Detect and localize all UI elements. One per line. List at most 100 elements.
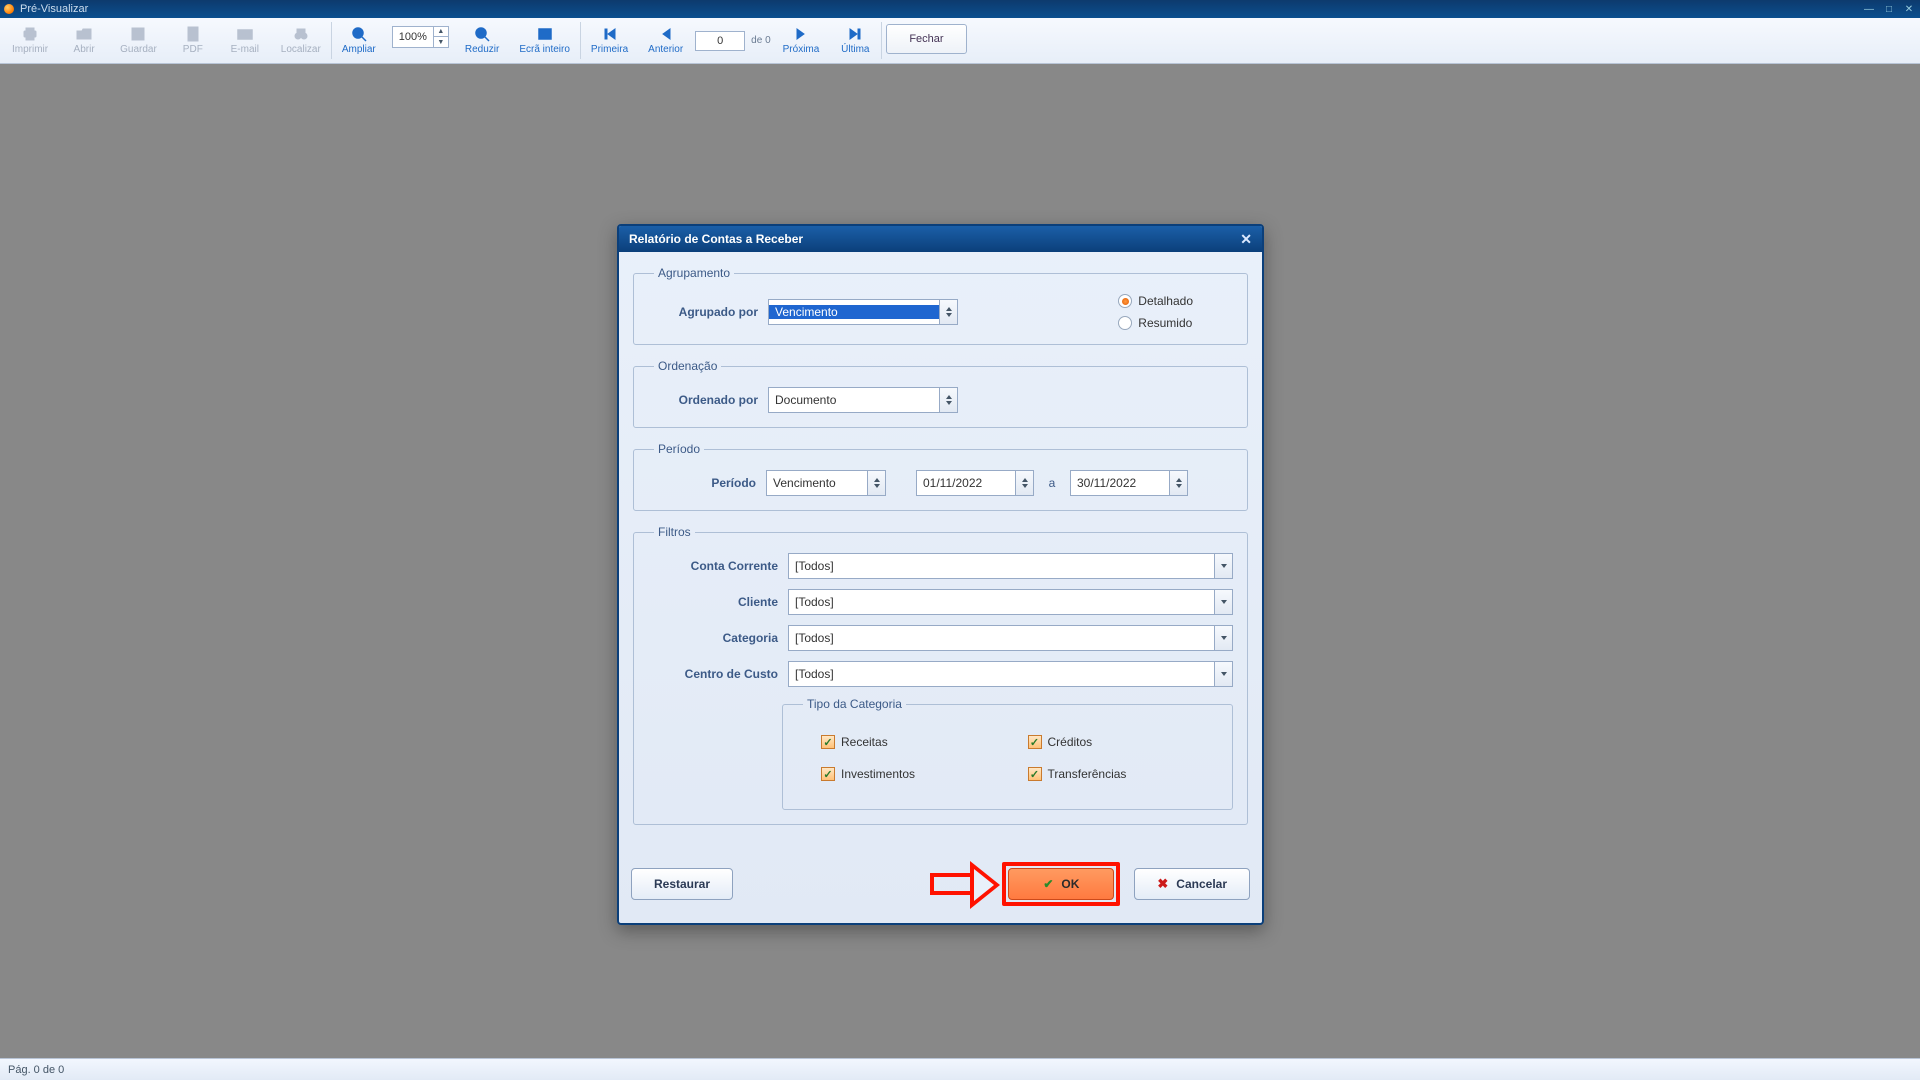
order-by-value: Documento: [769, 393, 939, 407]
label-costcenter: Centro de Custo: [648, 667, 778, 681]
email-icon: [237, 26, 253, 42]
group-tipo-categoria: Tipo da Categoria Receitas Créditos I: [782, 697, 1233, 810]
status-page: Pág. 0 de 0: [8, 1064, 64, 1076]
zoom-combo[interactable]: 100% ▲ ▼: [392, 26, 449, 48]
next-page-label: Próxima: [783, 44, 820, 55]
label-order-by: Ordenado por: [648, 393, 758, 407]
group-by-value: Vencimento: [769, 305, 939, 319]
full-screen-icon: [537, 26, 553, 42]
cancel-icon: ✖: [1157, 876, 1168, 892]
check-receitas[interactable]: Receitas: [821, 735, 988, 749]
check-creditos[interactable]: Créditos: [1028, 735, 1195, 749]
label-client: Cliente: [648, 595, 778, 609]
date-from-input[interactable]: 01/11/2022: [916, 470, 1034, 496]
zoom-in-button[interactable]: Ampliar: [332, 18, 386, 63]
dialog-title: Relatório de Contas a Receber: [629, 232, 803, 246]
period-type-select[interactable]: Vencimento: [766, 470, 886, 496]
full-screen-button[interactable]: Ecrã inteiro: [509, 18, 580, 63]
client-select[interactable]: [Todos]: [788, 589, 1233, 615]
radio-detailed[interactable]: Detalhado: [1118, 294, 1193, 308]
page-number-input[interactable]: [695, 31, 745, 51]
check-transferencias-label: Transferências: [1048, 767, 1127, 781]
next-page-button[interactable]: Próxima: [773, 18, 830, 63]
save-button[interactable]: Guardar: [110, 18, 167, 63]
preview-workspace: Relatório de Contas a Receber ✕ Agrupame…: [0, 64, 1920, 1058]
open-button[interactable]: Abrir: [58, 18, 110, 63]
checkbox-icon: [821, 767, 835, 781]
prev-page-icon: [658, 26, 674, 42]
binoculars-icon: [293, 26, 309, 42]
zoom-spin-up[interactable]: ▲: [434, 27, 448, 37]
check-icon: ✔: [1043, 877, 1053, 891]
printer-icon: [22, 26, 38, 42]
checkbox-icon: [821, 735, 835, 749]
prev-page-button[interactable]: Anterior: [638, 18, 693, 63]
radio-dot-icon: [1118, 316, 1132, 330]
check-transferencias[interactable]: Transferências: [1028, 767, 1195, 781]
zoom-spin-down[interactable]: ▼: [434, 37, 448, 47]
radio-dot-icon: [1118, 294, 1132, 308]
last-page-label: Última: [841, 44, 869, 55]
checkbox-icon: [1028, 735, 1042, 749]
date-to-input[interactable]: 30/11/2022: [1070, 470, 1188, 496]
costcenter-value: [Todos]: [789, 667, 1214, 681]
email-label: E-mail: [231, 44, 259, 55]
print-button[interactable]: Imprimir: [2, 18, 58, 63]
dialog-close-button[interactable]: ✕: [1240, 231, 1252, 248]
full-screen-label: Ecrã inteiro: [519, 44, 570, 55]
account-value: [Todos]: [789, 559, 1214, 573]
period-type-value: Vencimento: [767, 476, 867, 490]
window-title: Pré-Visualizar: [20, 3, 88, 15]
prev-page-label: Anterior: [648, 44, 683, 55]
pdf-button[interactable]: PDF: [167, 18, 219, 63]
toolbar: Imprimir Abrir Guardar PDF E-mail Locali…: [0, 18, 1920, 64]
order-by-select[interactable]: Documento: [768, 387, 958, 413]
page-total-label: de 0: [751, 35, 770, 46]
ok-button[interactable]: ✔ OK: [1008, 868, 1114, 900]
first-page-button[interactable]: Primeira: [581, 18, 638, 63]
save-label: Guardar: [120, 44, 157, 55]
highlight-arrow-icon: [930, 859, 1004, 909]
find-button[interactable]: Localizar: [271, 18, 331, 63]
cancel-button[interactable]: ✖ Cancelar: [1134, 868, 1250, 900]
zoom-value: 100%: [393, 31, 433, 43]
radio-detailed-label: Detalhado: [1138, 294, 1193, 308]
check-receitas-label: Receitas: [841, 735, 888, 749]
ok-highlight-box: ✔ OK: [1002, 862, 1120, 906]
group-ordenacao: Ordenação Ordenado por Documento: [633, 359, 1248, 428]
app-icon: [4, 4, 14, 14]
legend-tipo-categoria: Tipo da Categoria: [803, 697, 906, 711]
pdf-icon: [185, 26, 201, 42]
open-label: Abrir: [74, 44, 95, 55]
date-to-value: 30/11/2022: [1071, 476, 1169, 490]
email-button[interactable]: E-mail: [219, 18, 271, 63]
close-preview-button[interactable]: Fechar: [886, 24, 966, 54]
ok-label: OK: [1061, 877, 1079, 891]
group-by-select[interactable]: Vencimento: [768, 299, 958, 325]
restore-button[interactable]: Restaurar: [631, 868, 733, 900]
legend-ordenacao: Ordenação: [654, 359, 721, 373]
print-label: Imprimir: [12, 44, 48, 55]
radio-summary[interactable]: Resumido: [1118, 316, 1193, 330]
last-page-button[interactable]: Última: [829, 18, 881, 63]
zoom-in-label: Ampliar: [342, 44, 376, 55]
first-page-label: Primeira: [591, 44, 628, 55]
category-select[interactable]: [Todos]: [788, 625, 1233, 651]
account-select[interactable]: [Todos]: [788, 553, 1233, 579]
label-period: Período: [696, 476, 756, 490]
zoom-out-label: Reduzir: [465, 44, 499, 55]
legend-agrupamento: Agrupamento: [654, 266, 734, 280]
checkbox-icon: [1028, 767, 1042, 781]
legend-filtros: Filtros: [654, 525, 695, 539]
date-separator: a: [1044, 476, 1060, 490]
radio-summary-label: Resumido: [1138, 316, 1192, 330]
last-page-icon: [847, 26, 863, 42]
zoom-out-button[interactable]: Reduzir: [455, 18, 509, 63]
costcenter-select[interactable]: [Todos]: [788, 661, 1233, 687]
window-maximize-button[interactable]: □: [1882, 4, 1896, 14]
window-title-bar: Pré-Visualizar — □ ✕: [0, 0, 1920, 18]
group-periodo: Período Período Vencimento 01/11/2022 a …: [633, 442, 1248, 511]
window-minimize-button[interactable]: —: [1862, 4, 1876, 14]
window-close-button[interactable]: ✕: [1902, 4, 1916, 14]
check-investimentos[interactable]: Investimentos: [821, 767, 988, 781]
